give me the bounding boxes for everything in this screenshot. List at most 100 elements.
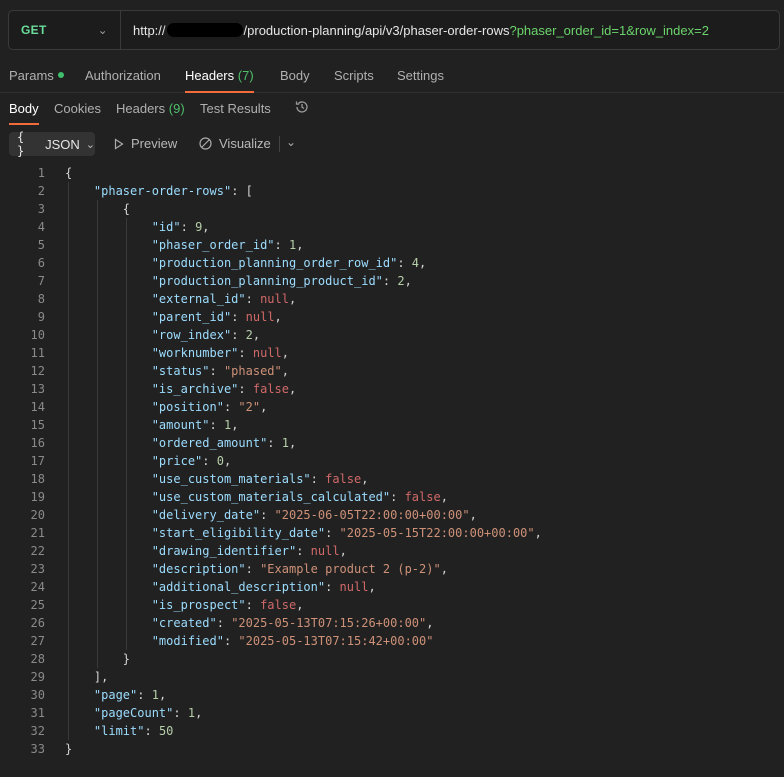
line-number: 9 <box>37 310 45 324</box>
json-punct: , <box>534 526 542 540</box>
history-icon[interactable] <box>294 99 310 115</box>
json-key: "price" <box>151 454 203 468</box>
line-number: 2 <box>37 184 45 198</box>
code-line: 23 "description": "Example product 2 (p-… <box>0 560 784 578</box>
json-value: 2 <box>397 274 405 288</box>
json-value: 0 <box>216 454 224 468</box>
response-tab-test-results[interactable]: Test Results <box>200 101 271 116</box>
line-number: 33 <box>30 742 45 756</box>
response-tab-headers[interactable]: Headers (9) <box>116 101 185 116</box>
json-key: "amount" <box>151 418 210 432</box>
code-line: 32 "limit": 50 <box>0 722 784 740</box>
json-value: "phased" <box>223 364 282 378</box>
line-number: 11 <box>30 346 45 360</box>
line-number: 26 <box>30 616 45 630</box>
code-text: "phaser_order_id": 1, <box>65 236 304 254</box>
json-key: "page" <box>93 688 138 702</box>
json-key: "use_custom_materials" <box>151 472 311 486</box>
json-key: "external_id" <box>151 292 246 306</box>
indent-guide <box>68 182 69 740</box>
code-line: 33} <box>0 740 784 758</box>
response-body-editor[interactable]: 1{2 "phaser-order-rows": [3 {4 "id": 9, 5… <box>0 164 784 758</box>
code-line: 31 "pageCount": 1, <box>0 704 784 722</box>
tab-headers-count: (7) <box>237 68 254 83</box>
line-number: 1 <box>37 166 45 180</box>
request-tabs: Params Authorization Headers (7) Body Sc… <box>0 62 784 93</box>
json-key: "description" <box>151 562 246 576</box>
code-line: 15 "amount": 1, <box>0 416 784 434</box>
json-key: "drawing_identifier" <box>151 544 297 558</box>
code-text: "is_archive": false, <box>65 380 297 398</box>
code-line: 10 "row_index": 2, <box>0 326 784 344</box>
format-label: JSON <box>45 136 80 152</box>
code-line: 7 "production_planning_product_id": 2, <box>0 272 784 290</box>
json-punct: , <box>223 454 232 468</box>
json-punct: : <box>325 580 340 594</box>
json-punct: , <box>202 220 210 234</box>
json-key: "id" <box>151 220 181 234</box>
preview-button[interactable]: Preview <box>113 136 177 151</box>
json-value: null <box>252 346 282 360</box>
response-tabs: Body Cookies Headers (9) Test Results <box>0 95 784 125</box>
code-line: 16 "ordered_amount": 1, <box>0 434 784 452</box>
json-punct: { <box>65 166 73 180</box>
line-number: 16 <box>30 436 45 450</box>
json-punct: ], <box>93 670 109 684</box>
code-text: "limit": 50 <box>65 722 173 740</box>
url-input[interactable]: http:// /production-planning/api/v3/phase… <box>121 22 709 38</box>
json-value: null <box>310 544 340 558</box>
format-select[interactable]: { } JSON ⌄ <box>9 130 95 158</box>
code-line: 25 "is_prospect": false, <box>0 596 784 614</box>
code-text: "description": "Example product 2 (p-2)"… <box>65 560 448 578</box>
braces-icon: { } <box>17 130 25 158</box>
method-label: GET <box>21 23 47 37</box>
tab-params[interactable]: Params <box>9 68 64 83</box>
json-punct: : <box>397 256 412 270</box>
chevron-down-icon: ⌄ <box>85 138 95 151</box>
json-key: "start_eligibility_date" <box>151 526 326 540</box>
tab-headers[interactable]: Headers (7) <box>185 68 254 93</box>
json-punct: : <box>267 436 282 450</box>
json-key: "delivery_date" <box>151 508 261 522</box>
json-value: null <box>260 292 289 306</box>
visualize-button[interactable]: Visualize <box>198 136 271 151</box>
tab-headers-label: Headers <box>185 68 235 83</box>
code-line: 18 "use_custom_materials": false, <box>0 470 784 488</box>
json-value: false <box>252 382 289 396</box>
chevron-down-icon[interactable]: ⌄ <box>286 135 296 149</box>
code-line: 9 "parent_id": null, <box>0 308 784 326</box>
response-tab-cookies[interactable]: Cookies <box>54 101 101 116</box>
json-punct: , <box>288 382 297 396</box>
code-line: 30 "page": 1, <box>0 686 784 704</box>
json-punct: , <box>252 328 261 342</box>
tab-authorization[interactable]: Authorization <box>85 68 161 83</box>
code-line: 17 "price": 0, <box>0 452 784 470</box>
json-punct: : <box>231 310 246 324</box>
code-text: "use_custom_materials_calculated": false… <box>65 488 448 506</box>
tab-settings[interactable]: Settings <box>397 68 444 83</box>
code-line: 5 "phaser_order_id": 1, <box>0 236 784 254</box>
line-number: 10 <box>30 328 45 342</box>
tab-scripts[interactable]: Scripts <box>334 68 374 83</box>
play-icon <box>114 137 124 150</box>
json-key: "production_planning_product_id" <box>151 274 383 288</box>
code-text: "position": "2", <box>65 398 268 416</box>
tab-body[interactable]: Body <box>280 68 310 83</box>
line-number: 20 <box>30 508 45 522</box>
code-line: 12 "status": "phased", <box>0 362 784 380</box>
line-number: 23 <box>30 562 45 576</box>
json-key: "is_archive" <box>151 382 239 396</box>
line-number: 14 <box>30 400 45 414</box>
json-value: false <box>260 598 297 612</box>
code-line: 19 "use_custom_materials_calculated": fa… <box>0 488 784 506</box>
code-line: 20 "delivery_date": "2025-06-05T22:00:00… <box>0 506 784 524</box>
json-punct: : <box>223 400 239 414</box>
line-number: 21 <box>30 526 45 540</box>
json-punct: : <box>296 544 311 558</box>
code-text: "start_eligibility_date": "2025-05-15T22… <box>65 524 542 542</box>
json-key: "ordered_amount" <box>151 436 268 450</box>
response-tab-body[interactable]: Body <box>9 101 39 125</box>
code-line: 29 ], <box>0 668 784 686</box>
json-punct: : <box>223 634 239 648</box>
method-select[interactable]: GET ⌄ <box>9 11 121 49</box>
